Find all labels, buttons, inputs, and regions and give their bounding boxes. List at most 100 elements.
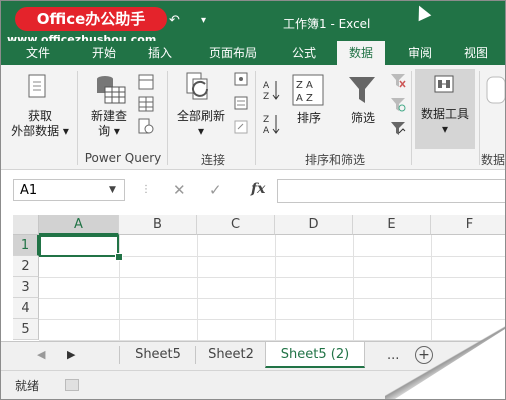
row-header-2[interactable]: 2	[13, 256, 39, 277]
column-header-c[interactable]: C	[197, 215, 275, 235]
data-tools-label-2: ▾	[441, 122, 449, 136]
tab-file[interactable]: 文件	[15, 41, 61, 65]
sheet-next-icon[interactable]: ▶	[67, 348, 75, 361]
new-query-button[interactable]: 新建查 询 ▾	[83, 109, 135, 139]
get-external-data-label-1: 获取	[27, 109, 52, 123]
tab-insert[interactable]: 插入	[137, 41, 183, 65]
get-external-data-icon	[28, 74, 46, 98]
svg-text:Z A: Z A	[296, 80, 313, 91]
svg-text:Z: Z	[263, 92, 269, 101]
sort-dialog-icon: Z A A Z	[292, 74, 324, 106]
filter-button[interactable]: 筛选	[341, 111, 385, 126]
forecast-icon[interactable]	[485, 75, 505, 105]
brand-logo: Office办公助手	[15, 7, 167, 31]
tab-formulas[interactable]: 公式	[281, 41, 327, 65]
selected-cell-a1[interactable]	[39, 235, 119, 257]
sheet-tab-sheet2[interactable]: Sheet2	[197, 342, 265, 368]
window-title: 工作簿1 - Excel	[283, 17, 371, 31]
sheet-prev-icon[interactable]: ◀	[37, 348, 45, 361]
cancel-icon[interactable]: ✕	[173, 181, 186, 199]
group-data-label: 数据	[481, 153, 506, 167]
edit-links-icon[interactable]	[233, 119, 249, 135]
group-connections-label: 连接	[200, 153, 225, 167]
row-gridline	[39, 298, 505, 299]
reapply-filter-icon[interactable]	[389, 95, 407, 113]
sheet-tab-sheet5-2[interactable]: Sheet5 (2)	[265, 342, 365, 368]
connections-icon[interactable]	[233, 71, 249, 87]
tab-home[interactable]: 开始	[81, 41, 127, 65]
macro-record-icon[interactable]	[65, 379, 79, 391]
column-gridline	[197, 235, 198, 341]
show-queries-icon[interactable]	[137, 73, 155, 91]
fill-handle[interactable]	[115, 253, 123, 261]
row-header-1[interactable]: 1	[13, 235, 39, 256]
row-gridline	[39, 319, 505, 320]
group-separator	[77, 71, 78, 165]
properties-icon[interactable]	[233, 95, 249, 111]
column-header-d[interactable]: D	[275, 215, 353, 235]
select-all-corner[interactable]	[13, 215, 48, 235]
filter-icon	[349, 77, 375, 103]
clear-filter-icon[interactable]	[389, 71, 407, 89]
formula-bar: A1 ▼ ⋮ ✕ ✓ fx	[1, 171, 505, 209]
group-separator	[255, 71, 256, 165]
undo-icon[interactable]: ↶	[169, 13, 180, 28]
page-curl	[395, 329, 505, 399]
column-header-a[interactable]: A	[39, 215, 119, 235]
enter-icon[interactable]: ✓	[209, 181, 222, 199]
new-query-label-2: 询 ▾	[98, 124, 120, 138]
from-table-icon[interactable]	[137, 95, 155, 113]
worksheet-grid[interactable]: A B C D E F 1 2 3 4 5	[1, 215, 505, 341]
column-header-e[interactable]: E	[353, 215, 431, 235]
sheet-tab-sheet5[interactable]: Sheet5	[121, 342, 195, 368]
group-separator	[411, 71, 412, 165]
row-header-3[interactable]: 3	[13, 277, 39, 298]
row-header-5[interactable]: 5	[13, 319, 39, 340]
get-external-data-button[interactable]: 获取 外部数据 ▾	[5, 109, 75, 139]
formula-input[interactable]	[277, 179, 505, 203]
data-tools-label-1: 数据工具	[420, 107, 469, 121]
status-ready: 就绪	[15, 379, 40, 393]
row-header-4[interactable]: 4	[13, 298, 39, 319]
column-gridline	[353, 235, 354, 341]
formula-bar-grip-icon[interactable]: ⋮	[141, 184, 151, 195]
svg-text:Z: Z	[263, 115, 269, 125]
recent-sources-icon[interactable]	[137, 117, 155, 135]
refresh-all-button[interactable]: 全部刷新 ▾	[171, 109, 231, 139]
tab-data[interactable]: 数据	[337, 41, 385, 65]
sort-button[interactable]: 排序	[287, 111, 331, 126]
group-separator	[167, 71, 168, 165]
column-header-f[interactable]: F	[431, 215, 505, 235]
group-power-query-label: Power Query	[84, 151, 162, 165]
row-gridline	[39, 277, 505, 278]
ribbon-data: 获取 外部数据 ▾ 新建查 询 ▾ Power Query 全部刷新 ▾ 连接 …	[1, 65, 505, 170]
svg-text:A: A	[263, 126, 270, 135]
get-external-data-label-2: 外部数据 ▾	[11, 124, 69, 138]
refresh-all-label-2: ▾	[197, 124, 205, 138]
insert-function-icon[interactable]: fx	[251, 181, 265, 197]
name-box-dropdown-icon[interactable]: ▼	[109, 179, 116, 201]
tab-page-layout[interactable]: 页面布局	[197, 41, 269, 65]
tab-review[interactable]: 审阅	[397, 41, 443, 65]
excel-window: Office办公助手 www.officezhushou.com ↶ ▾ 工作簿…	[0, 0, 506, 400]
group-sort-filter-label: 排序和筛选	[304, 153, 365, 167]
group-separator	[479, 71, 480, 165]
svg-text:A: A	[263, 81, 270, 91]
svg-text:A Z: A Z	[296, 93, 313, 104]
customize-toolbar-icon[interactable]: ▾	[201, 15, 206, 26]
refresh-all-label-1: 全部刷新	[176, 109, 225, 123]
new-query-label-1: 新建查	[90, 109, 127, 123]
ribbon-tabs: 文件 开始 插入 页面布局 公式 数据 审阅 视图	[1, 41, 505, 65]
column-header-b[interactable]: B	[119, 215, 197, 235]
advanced-filter-icon[interactable]	[389, 119, 407, 137]
tab-view[interactable]: 视图	[453, 41, 499, 65]
column-gridline	[119, 235, 120, 341]
new-query-icon	[97, 76, 126, 104]
title-bar: Office办公助手 www.officezhushou.com ↶ ▾ 工作簿…	[1, 1, 505, 46]
refresh-all-icon	[186, 72, 208, 100]
sheet-separator	[195, 346, 196, 364]
sort-ascending-icon[interactable]: A Z	[263, 79, 281, 101]
data-tools-icon	[434, 75, 454, 93]
data-tools-button[interactable]: 数据工具 ▾	[415, 107, 475, 137]
sort-descending-icon[interactable]: Z A	[263, 113, 281, 135]
